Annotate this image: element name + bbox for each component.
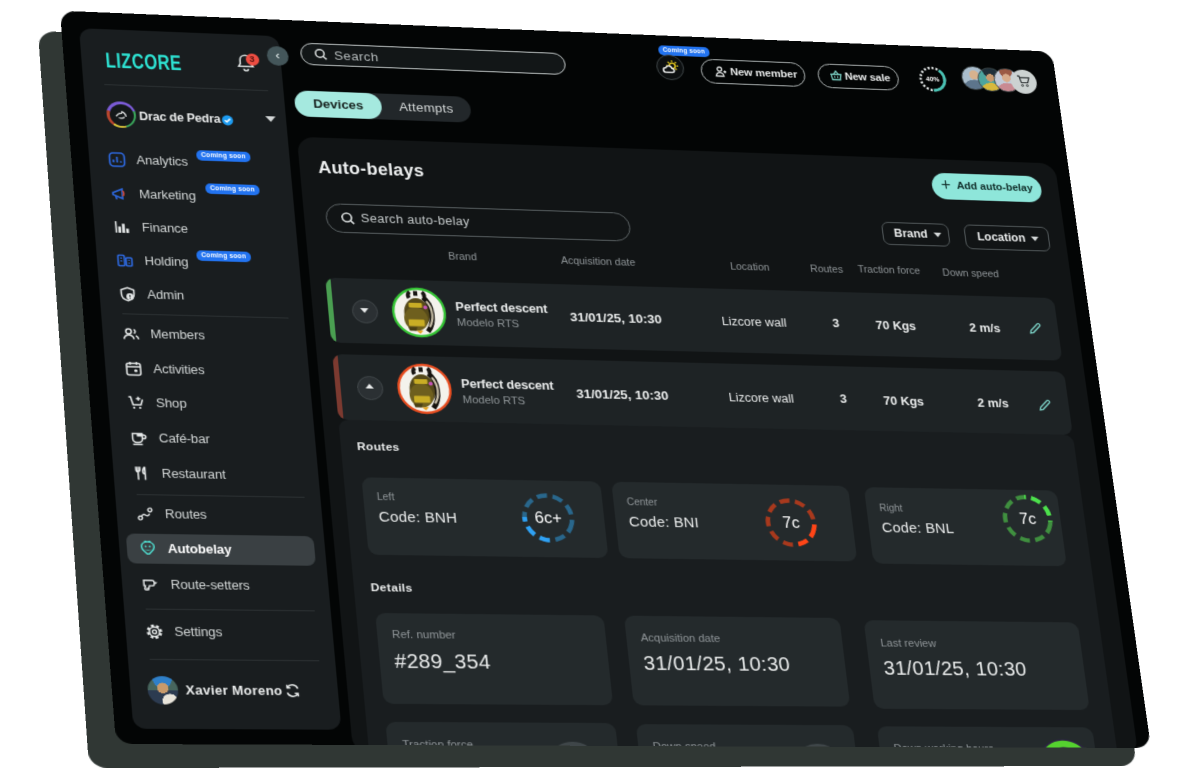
- svg-text:7c: 7c: [1018, 511, 1037, 527]
- svg-text:40%: 40%: [926, 77, 940, 84]
- svg-text:6c+: 6c+: [534, 510, 563, 527]
- svg-text:7c: 7c: [782, 515, 801, 532]
